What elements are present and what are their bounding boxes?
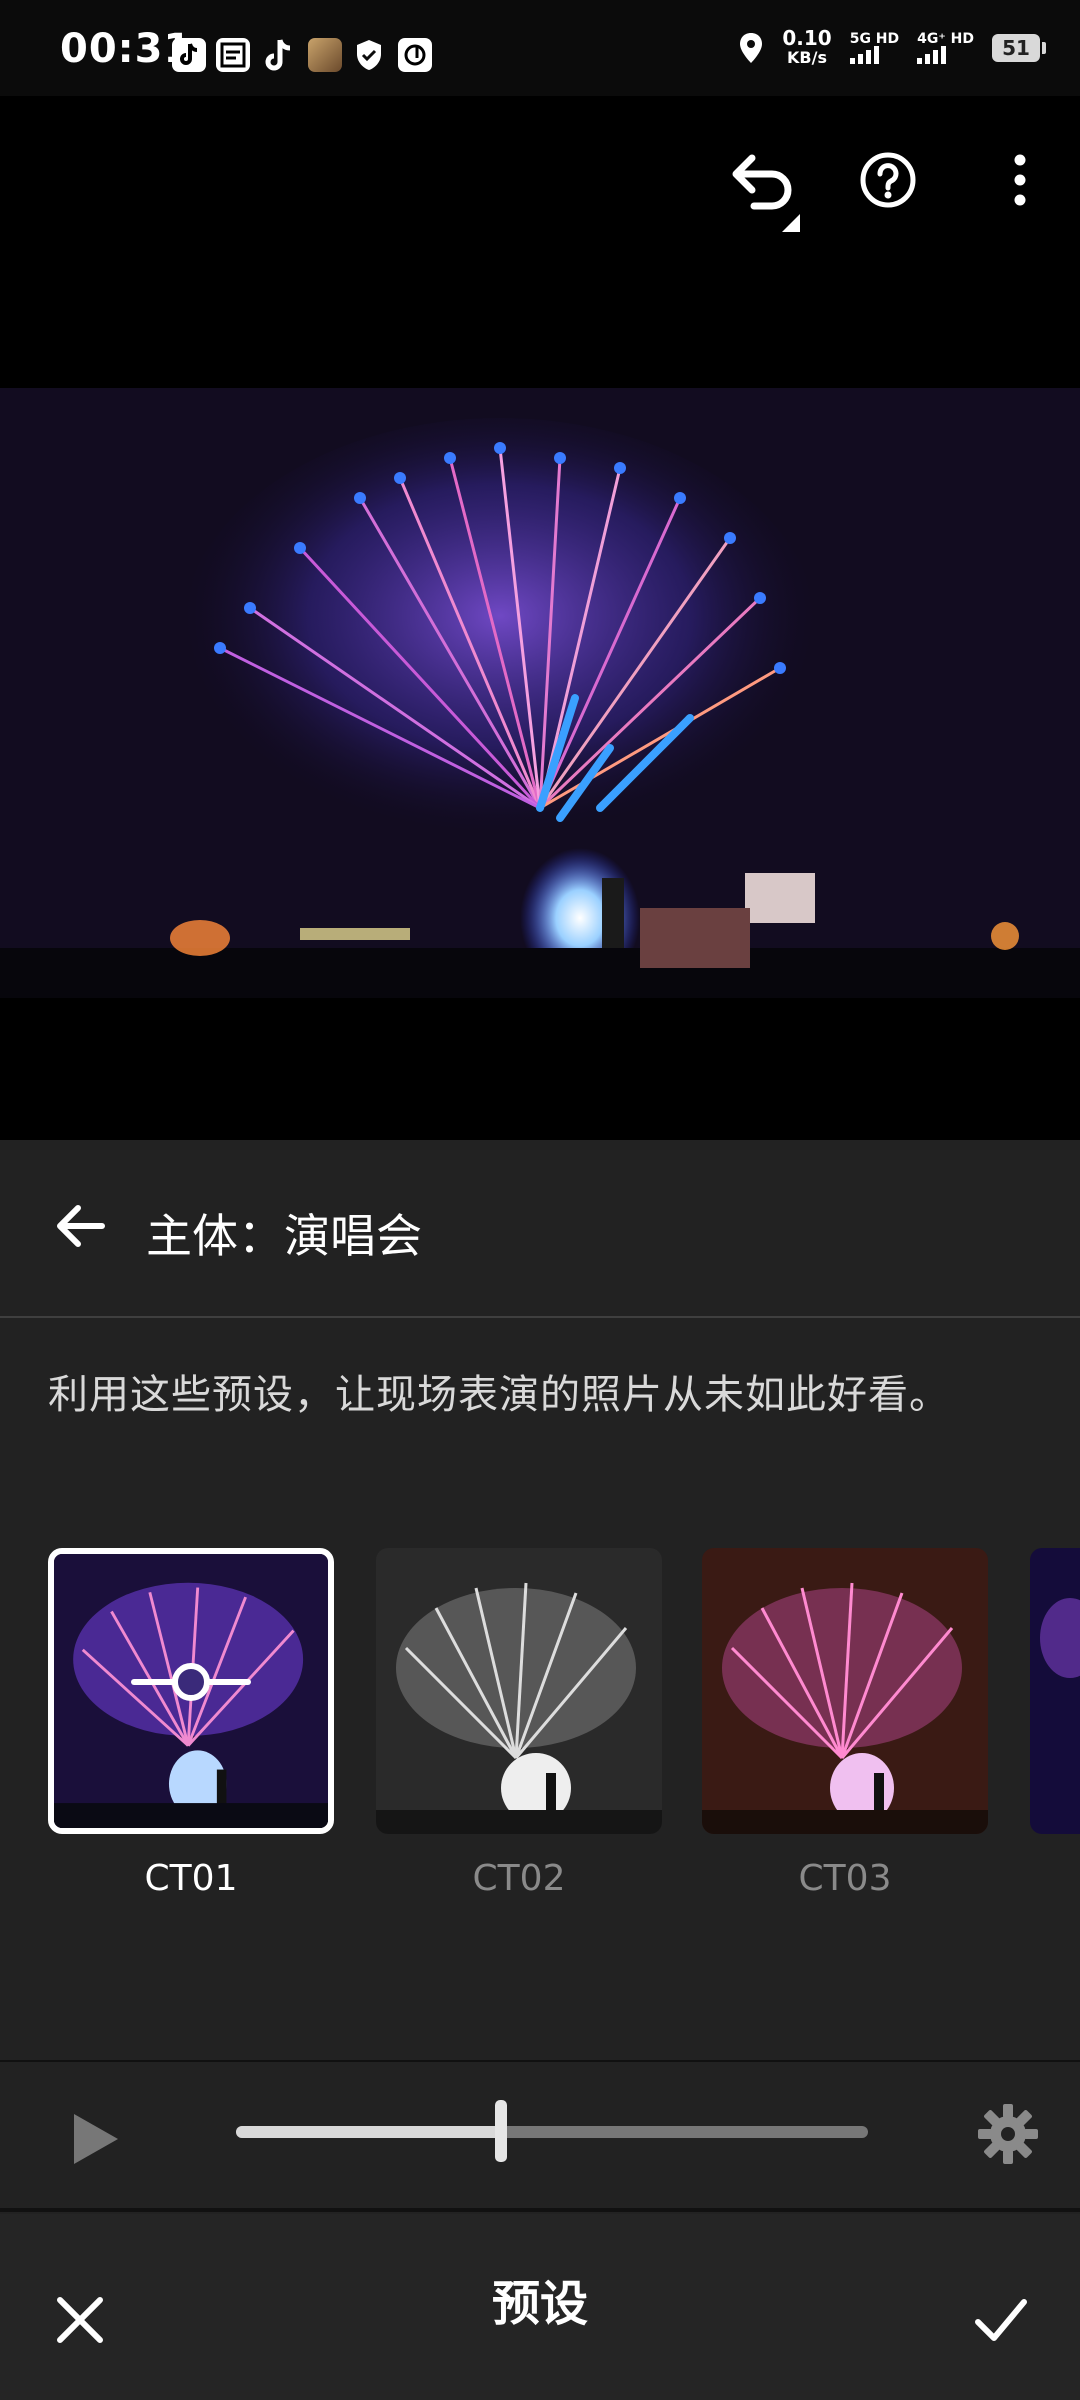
shield-icon: [354, 38, 384, 76]
preset-thumb-ct02[interactable]: [376, 1548, 662, 1834]
music-app-icon: [398, 38, 432, 72]
signal-5g: 5G HD: [849, 31, 900, 64]
signal-bars-icon: [917, 46, 974, 64]
panel-description: 利用这些预设，让现场表演的照片从未如此好看。: [48, 1372, 950, 1418]
intensity-slider[interactable]: [236, 2100, 868, 2162]
slider-fill: [236, 2126, 501, 2138]
network-speed: 0.10 KB/s: [782, 28, 831, 68]
help-icon: [860, 152, 916, 208]
back-button[interactable]: [50, 1196, 110, 1256]
divider: [0, 1316, 1080, 1318]
signal-4g-label: 4G⁺ HD: [917, 31, 974, 47]
adjust-handle-knob[interactable]: [172, 1663, 210, 1701]
play-button[interactable]: [70, 2112, 120, 2170]
panel-title: 主体：演唱会: [146, 1209, 422, 1263]
status-bar: 00:31 0.10 KB/s 5G HD 4G⁺ HD 51: [0, 0, 1080, 96]
tiktok-lite-icon: [172, 38, 206, 72]
preset-thumb-ct04-partial[interactable]: [1030, 1548, 1080, 1834]
preset-label-ct02: CT02: [472, 1858, 566, 1899]
arrow-left-icon: [57, 1205, 105, 1247]
game-app-icon: [308, 38, 342, 72]
signal-4g: 4G⁺ HD: [917, 32, 974, 64]
more-vertical-icon: [1014, 154, 1026, 206]
net-speed-value: 0.10: [782, 26, 832, 50]
gear-icon: [978, 2104, 1038, 2164]
preset-label-ct01: CT01: [144, 1858, 238, 1899]
preset-thumb-ct01[interactable]: [48, 1548, 334, 1834]
thumb-image: [376, 1548, 662, 1834]
photo-preview[interactable]: [0, 388, 1080, 998]
preset-thumb-ct03[interactable]: [702, 1548, 988, 1834]
tiktok-icon: [262, 36, 296, 78]
settings-button[interactable]: [976, 2102, 1040, 2170]
battery-icon: 51: [992, 34, 1046, 62]
reader-app-icon: [216, 38, 250, 72]
net-speed-unit: KB/s: [787, 48, 827, 67]
status-indicators: 0.10 KB/s 5G HD 4G⁺ HD 51: [738, 28, 1046, 68]
undo-button[interactable]: [716, 144, 812, 240]
preset-label-ct03: CT03: [798, 1858, 892, 1899]
help-button[interactable]: [856, 148, 920, 212]
signal-5g-label: 5G HD: [849, 31, 900, 47]
play-icon: [74, 2114, 118, 2164]
top-toolbar: [0, 96, 1080, 266]
mode-title: 预设: [491, 2276, 588, 2332]
location-icon: [740, 33, 763, 63]
more-options-button[interactable]: [1000, 148, 1040, 212]
signal-bars-icon: [849, 46, 899, 64]
playback-controls: [0, 2060, 1080, 2212]
fireworks-photo: [0, 388, 1080, 998]
thumb-image: [702, 1548, 988, 1834]
undo-icon: [732, 154, 800, 232]
slider-thumb[interactable]: [495, 2100, 507, 2162]
